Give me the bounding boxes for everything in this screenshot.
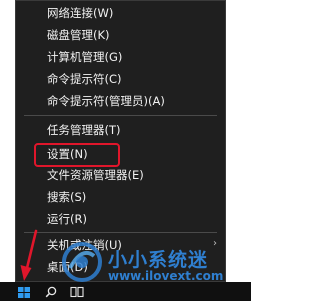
menu-item-command-prompt-admin[interactable]: 命令提示符(管理员)(A) <box>16 91 225 112</box>
settings-highlight-box <box>34 143 120 167</box>
menu-item-command-prompt[interactable]: 命令提示符(C) <box>16 69 225 90</box>
menu-item-computer-management[interactable]: 计算机管理(G) <box>16 47 225 68</box>
start-button[interactable] <box>12 283 38 301</box>
menu-item-run[interactable]: 运行(R) <box>16 209 225 230</box>
watermark-url: www.ilovext.com <box>108 269 224 283</box>
watermark: 小小系统迷 www.ilovext.com <box>58 236 248 292</box>
menu-item-task-manager[interactable]: 任务管理器(T) <box>16 120 225 141</box>
menu-item-disk-management[interactable]: 磁盘管理(K) <box>16 25 225 46</box>
menu-item-search[interactable]: 搜索(S) <box>16 187 225 208</box>
menu-item-network-connections[interactable]: 网络连接(W) <box>16 3 225 24</box>
menu-separator <box>24 232 217 233</box>
menu-item-file-explorer[interactable]: 文件资源管理器(E) <box>16 165 225 186</box>
watermark-logo-icon <box>62 242 102 282</box>
windows-logo-icon <box>18 287 30 298</box>
watermark-title: 小小系统迷 <box>108 249 209 271</box>
menu-separator <box>24 115 217 116</box>
